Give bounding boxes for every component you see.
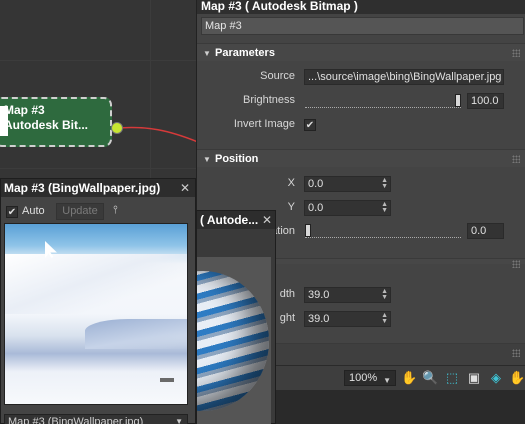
spinner-icon[interactable]: ▲ ▼ [381, 177, 388, 190]
watermark-mark [160, 378, 174, 382]
invert-image-checkbox[interactable]: ✔ [304, 119, 316, 131]
material-preview-window[interactable]: ( Autode... ✕ [196, 210, 276, 424]
node-title: Map #3 [4, 103, 45, 117]
width-value: 39.0 [308, 289, 330, 301]
grid-line [150, 0, 151, 180]
x-label: X [287, 177, 295, 189]
grip-icon [512, 49, 520, 57]
parameters-header-label: Parameters [215, 47, 275, 59]
grip-icon [512, 155, 520, 163]
collapse-arrow-icon: ▼ [203, 49, 211, 58]
x-value-field[interactable]: 0.0 ▲ ▼ [304, 176, 391, 192]
pan-hand-icon[interactable]: ✋ [401, 370, 417, 386]
close-icon[interactable]: ✕ [262, 213, 272, 227]
x-value: 0.0 [308, 178, 324, 190]
brightness-label: Brightness [243, 94, 295, 106]
preview-viewport [197, 257, 271, 424]
panel-title: Map #3 ( Autodesk Bitmap ) [197, 0, 525, 14]
zoom-value: 100% [349, 372, 378, 384]
viewer-dropdown-value: Map #3 (BingWallpaper.jpg) [8, 416, 144, 424]
y-value: 0.0 [308, 202, 324, 214]
connection-wire [118, 126, 198, 143]
frame-all-icon[interactable]: ◈ [488, 370, 504, 386]
viewer-window-title: Map #3 (BingWallpaper.jpg) [1, 179, 195, 197]
bitmap-map-node[interactable]: Map #3 Autodesk Bit... [0, 97, 112, 147]
source-path-field[interactable]: ...\source\image\bing\BingWallpaper.jpg [304, 69, 504, 85]
pan-to-node-icon[interactable]: ✋ [509, 370, 525, 386]
map-name-field[interactable]: Map #3 [201, 17, 524, 35]
rotation-value-field[interactable]: 0.0 [467, 223, 504, 239]
width-value-field[interactable]: 39.0 ▲ ▼ [304, 287, 391, 303]
position-rollout-header[interactable]: ▼ Position [197, 149, 525, 167]
grip-icon [512, 260, 520, 268]
spinner-icon[interactable]: ▲ ▼ [381, 312, 388, 325]
snow-ridge-shape [5, 254, 187, 314]
frame-selected-icon[interactable]: ▣ [466, 370, 482, 386]
grid-line [0, 168, 196, 169]
rotation-slider[interactable] [305, 224, 461, 238]
spinner-icon[interactable]: ▲ ▼ [381, 288, 388, 301]
preview-sphere [197, 271, 269, 411]
zoom-region-icon[interactable]: ⬚ [444, 370, 460, 386]
brightness-value-field[interactable]: 100.0 [467, 93, 504, 109]
y-value-field[interactable]: 0.0 ▲ ▼ [304, 200, 391, 216]
viewer-map-dropdown[interactable]: Map #3 (BingWallpaper.jpg) ▼ [4, 414, 188, 424]
update-button[interactable]: Update [56, 203, 104, 220]
position-header-label: Position [215, 153, 259, 165]
zoom-dropdown[interactable]: 100% ▼ [344, 370, 396, 386]
mountain-shadow-shape [85, 319, 187, 349]
spinner-icon[interactable]: ▲ ▼ [381, 201, 388, 214]
close-icon[interactable]: ✕ [180, 181, 190, 195]
rotation-slider-handle[interactable] [305, 224, 311, 237]
node-subtitle: Autodesk Bit... [4, 118, 89, 132]
brightness-slider-handle[interactable] [455, 94, 461, 107]
grid-line [0, 60, 196, 61]
collapse-arrow-icon: ▼ [203, 155, 211, 164]
pin-icon[interactable]: ⫯ [113, 204, 123, 220]
source-label: Source [260, 70, 295, 82]
slider-ticks [305, 230, 461, 232]
grip-icon [512, 349, 520, 357]
auto-update-checkbox[interactable]: ✔ [6, 206, 18, 218]
bitmap-image-preview [4, 223, 188, 405]
slider-ticks [305, 100, 461, 102]
zoom-magnifier-icon[interactable]: 🔍 [422, 370, 438, 386]
height-value: 39.0 [308, 313, 330, 325]
auto-label: Auto [22, 205, 45, 217]
chevron-down-icon: ▼ [175, 417, 183, 424]
height-value-field[interactable]: 39.0 ▲ ▼ [304, 311, 391, 327]
brightness-slider[interactable] [305, 94, 461, 108]
invert-image-label: Invert Image [233, 118, 295, 130]
bitmap-viewer-window[interactable]: Map #3 (BingWallpaper.jpg) ✕ ✔ Auto Upda… [0, 178, 196, 424]
output-port[interactable] [111, 122, 123, 134]
parameters-rollout-header[interactable]: ▼ Parameters [197, 43, 525, 61]
node-swatch-icon [0, 106, 8, 136]
chevron-down-icon: ▼ [383, 376, 391, 385]
